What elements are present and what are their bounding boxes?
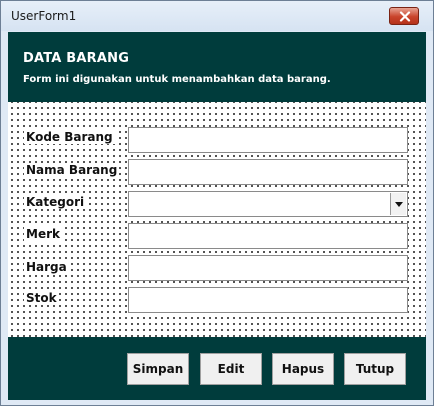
label-merk: Merk xyxy=(24,227,62,241)
close-button[interactable] xyxy=(389,7,419,25)
stok-input[interactable] xyxy=(128,287,408,313)
label-kode-barang: Kode Barang xyxy=(24,130,115,144)
window-title: UserForm1 xyxy=(11,9,77,23)
label-stok: Stok xyxy=(24,291,59,305)
hapus-button[interactable]: Hapus xyxy=(272,353,334,385)
form-footer: Simpan Edit Hapus Tutup xyxy=(8,337,426,400)
label-nama-barang: Nama Barang xyxy=(24,163,120,177)
edit-button[interactable]: Edit xyxy=(200,353,262,385)
kategori-combobox[interactable] xyxy=(128,191,408,217)
label-harga: Harga xyxy=(24,260,69,274)
merk-input[interactable] xyxy=(128,223,408,249)
form-client-area: DATA BARANG Form ini digunakan untuk men… xyxy=(8,32,426,400)
form-title: DATA BARANG xyxy=(23,51,130,66)
simpan-button[interactable]: Simpan xyxy=(127,353,189,385)
kategori-dropdown-button[interactable] xyxy=(390,193,406,215)
harga-input[interactable] xyxy=(128,255,408,281)
close-icon xyxy=(399,11,411,22)
chevron-down-icon xyxy=(395,202,403,207)
kode-barang-input[interactable] xyxy=(128,127,408,153)
label-kategori: Kategori xyxy=(24,195,87,209)
form-header: DATA BARANG Form ini digunakan untuk men… xyxy=(8,32,426,102)
userform-window: UserForm1 DATA BARANG Form ini digunakan… xyxy=(0,0,434,406)
tutup-button[interactable]: Tutup xyxy=(344,353,406,385)
title-bar[interactable]: UserForm1 xyxy=(1,1,433,31)
form-subtitle: Form ini digunakan untuk menambahkan dat… xyxy=(23,74,331,85)
nama-barang-input[interactable] xyxy=(128,159,408,185)
